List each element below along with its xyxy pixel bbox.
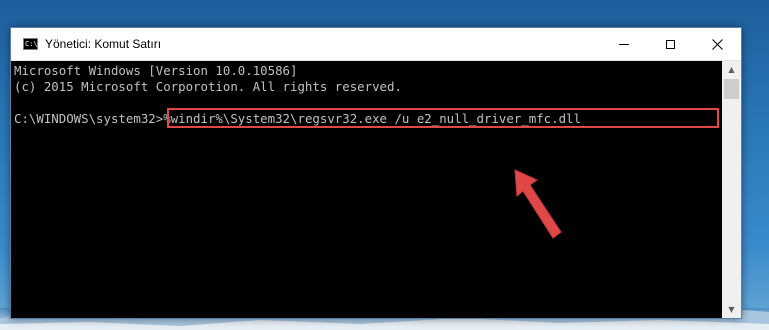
command-prompt-window: C:\ Yönetici: Komut Satırı Microsoft Win… [10,27,742,319]
minimize-icon [619,43,629,45]
prompt: C:\WINDOWS\system32> [14,111,164,126]
window-title: Yönetici: Komut Satırı [45,37,162,51]
pointer-arrow-icon [514,169,562,239]
command-highlight-box [167,108,719,128]
scroll-thumb[interactable] [724,79,739,99]
minimize-button[interactable] [601,28,647,60]
vertical-scrollbar[interactable]: ▲ ▼ [722,61,741,318]
scroll-up-icon[interactable]: ▲ [722,61,741,78]
scroll-down-icon[interactable]: ▼ [722,301,741,318]
close-button[interactable] [694,28,740,60]
title-bar[interactable]: C:\ Yönetici: Komut Satırı [11,28,741,61]
console-line: (c) 2015 Microsoft Corporotion. All righ… [14,79,402,94]
console-output[interactable]: Microsoft Windows [Version 10.0.10586] (… [11,61,721,318]
close-icon [711,38,723,50]
maximize-icon [665,39,675,49]
maximize-button[interactable] [647,28,693,60]
cmd-icon: C:\ [23,38,38,50]
console-line: Microsoft Windows [Version 10.0.10586] [14,63,298,78]
